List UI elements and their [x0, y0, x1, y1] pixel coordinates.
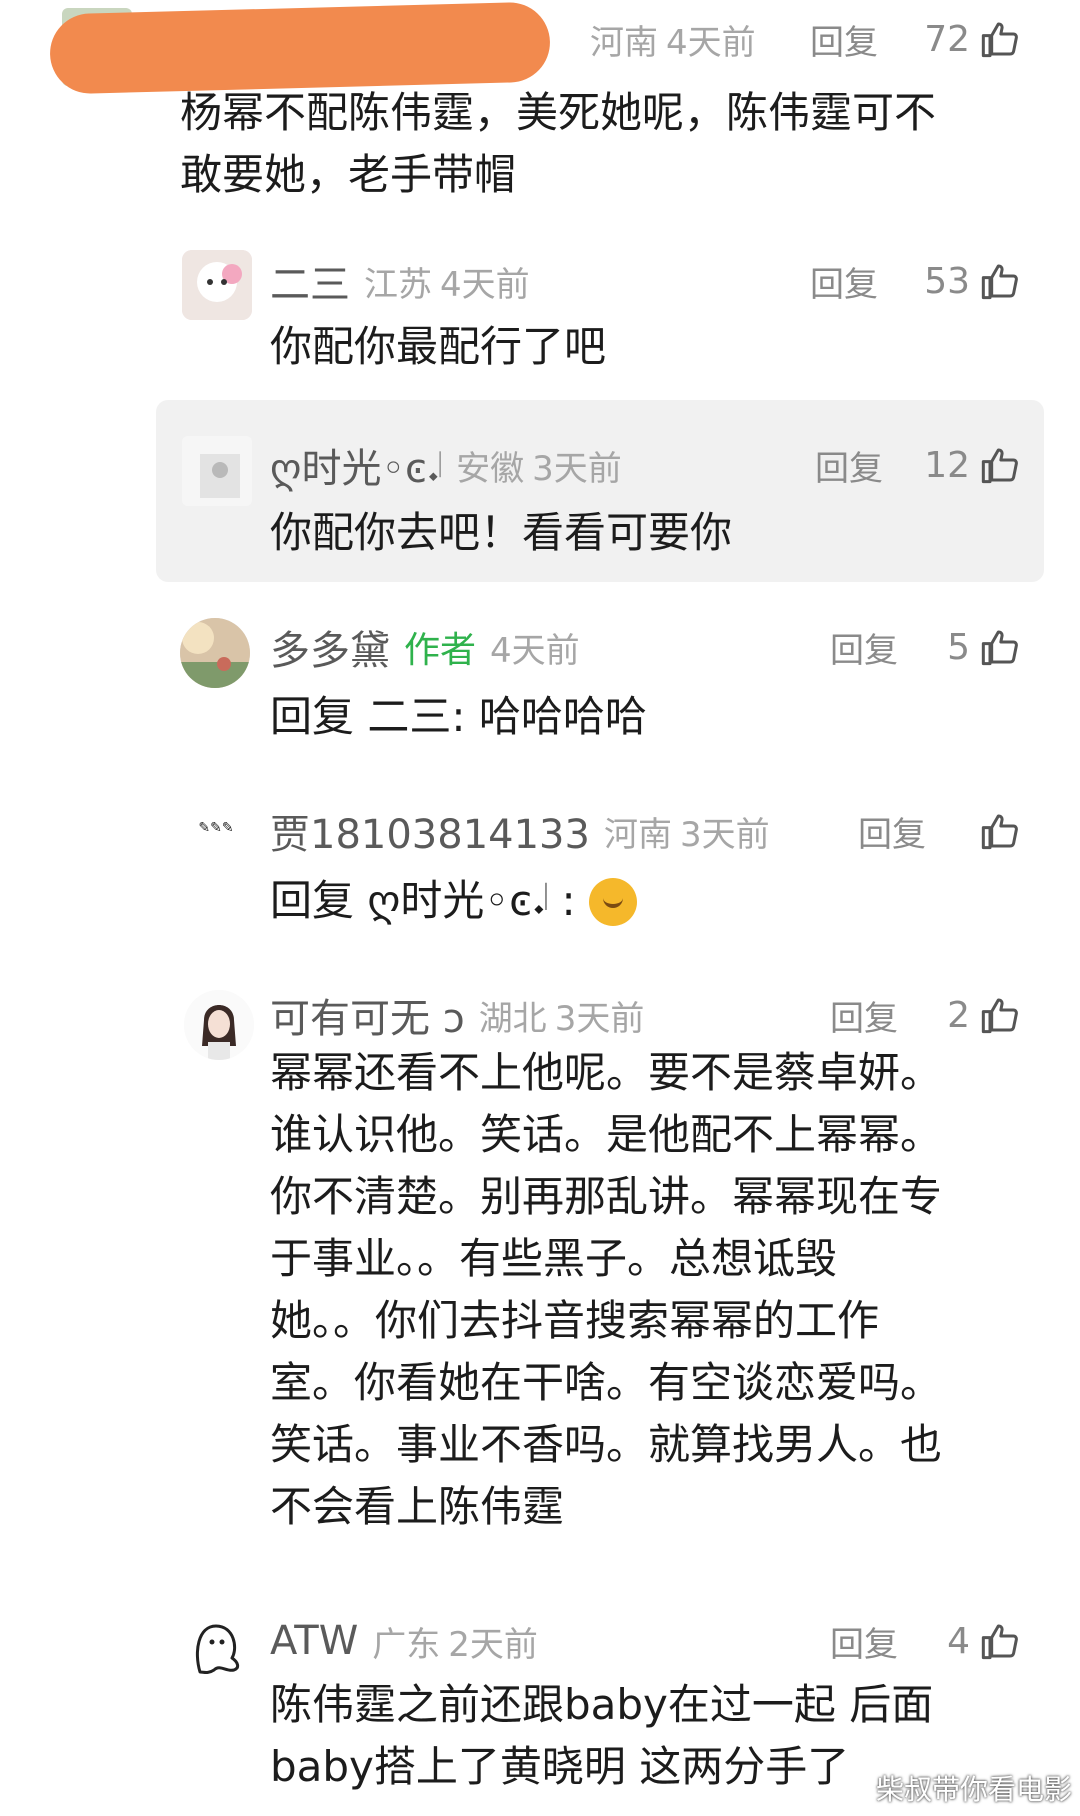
ghost-avatar-icon [195, 1624, 240, 1674]
timestamp: 4天前 [666, 22, 756, 63]
comment-meta: ATW 广东 2天前 [270, 1616, 538, 1666]
username[interactable]: ღ时光◦ͼ𝆺𝅥 [270, 436, 442, 494]
like-count: 5 [947, 626, 970, 668]
timestamp: 3天前 [679, 814, 770, 855]
like-button[interactable]: 2 [900, 990, 1020, 1040]
timestamp: 3天前 [554, 998, 645, 1039]
comment-meta: 贾18103814133 河南 3天前 [270, 806, 770, 858]
timestamp: 3天前 [532, 448, 622, 489]
reply-button[interactable]: 回复 [830, 622, 898, 672]
location: 广东 [372, 1624, 441, 1665]
thumbs-up-icon [981, 264, 1018, 300]
comment-meta: 多多黛 作者 4天前 [270, 622, 580, 674]
location: 江苏 [364, 264, 432, 305]
comment-text: 幂幂还看不上他呢。要不是蔡卓妍。 谁认识他。笑话。是他配不上幂幂。 你不清楚。别… [270, 1048, 943, 1531]
avatar-image [182, 250, 252, 320]
avatar-image [182, 436, 252, 506]
timestamp: 4天前 [440, 264, 530, 305]
reply-button[interactable]: 回复 [810, 14, 878, 64]
location: 安徽 [456, 448, 525, 489]
location: 河南 [603, 814, 672, 855]
thumbs-up-icon [981, 814, 1018, 850]
avatar-image [180, 618, 250, 688]
comment-meta: ღ时光◦ͼ𝆺𝅥 安徽 3天前 [270, 440, 622, 492]
like-button[interactable]: 4 [900, 1616, 1020, 1666]
like-count: 12 [924, 444, 970, 486]
comment-meta: 二三 江苏 4天前 [270, 256, 530, 308]
reply-prefix: 回复 ღ时光◦ͼ𝆺𝅥 : [270, 876, 576, 925]
comment-text: 你配你最配行了吧 [270, 322, 607, 371]
location: 河南 [590, 22, 658, 63]
avatar[interactable] [180, 618, 250, 688]
like-count: 72 [924, 18, 970, 60]
comment-text: 杨幂不配陈伟霆，美死她呢，陈伟霆可不 敢要她，老手带帽 [180, 88, 937, 199]
avatar[interactable]: ✎✎✎ [178, 808, 254, 848]
reply-button[interactable]: 回复 [830, 990, 898, 1040]
username[interactable]: 多多黛 [270, 618, 390, 676]
comment-text: 回复 ღ时光◦ͼ𝆺𝅥 : [270, 870, 637, 932]
avatar[interactable] [182, 436, 252, 506]
avatar[interactable] [180, 1612, 250, 1682]
like-button[interactable]: 72 [900, 14, 1020, 64]
thumbs-up-icon [981, 448, 1018, 484]
thumbs-up-icon [981, 1624, 1018, 1660]
thumbs-up-icon [981, 22, 1018, 58]
reply-button[interactable]: 回复 [810, 256, 878, 306]
like-button[interactable]: 5 [900, 622, 1020, 672]
reply-button[interactable]: 回复 [815, 440, 883, 490]
watermark: 柴叔带你看电影 [875, 1773, 1072, 1806]
reply-button[interactable]: 回复 [830, 1616, 898, 1666]
like-count: 4 [947, 1620, 970, 1662]
comment-text: 回复 二三: 哈哈哈哈 [270, 692, 647, 741]
like-count: 2 [947, 994, 970, 1036]
timestamp: 2天前 [448, 1624, 538, 1665]
avatar-image [184, 990, 254, 1060]
like-button[interactable]: 53 [900, 256, 1020, 306]
author-badge: 作者 [404, 630, 477, 671]
username[interactable]: 贾18103814133 [270, 802, 590, 860]
username[interactable]: 二三 [270, 252, 350, 310]
avatar[interactable] [184, 990, 254, 1060]
comment-meta: 河南 4天前 [576, 14, 756, 64]
like-count: 53 [924, 260, 970, 302]
comment-text: 你配你去吧！看看可要你 [270, 508, 733, 557]
comment-meta: 可有可无 ͻ 湖北 3天前 [270, 990, 645, 1042]
thumbs-up-icon [981, 630, 1018, 666]
censor-mark [49, 1, 551, 95]
comment-text: 陈伟霆之前还跟baby在过一起 后面 baby搭上了黄晓明 这两分手了 [270, 1680, 934, 1791]
username[interactable]: 可有可无 ͻ [270, 986, 465, 1044]
avatar[interactable] [182, 250, 252, 320]
like-button[interactable]: 12 [900, 440, 1020, 490]
like-button[interactable] [900, 806, 1020, 856]
location: 湖北 [478, 998, 547, 1039]
username[interactable]: ATW [270, 1618, 358, 1664]
timestamp: 4天前 [490, 630, 580, 671]
thinking-face-emoji [588, 877, 637, 926]
thumbs-up-icon [981, 998, 1018, 1034]
